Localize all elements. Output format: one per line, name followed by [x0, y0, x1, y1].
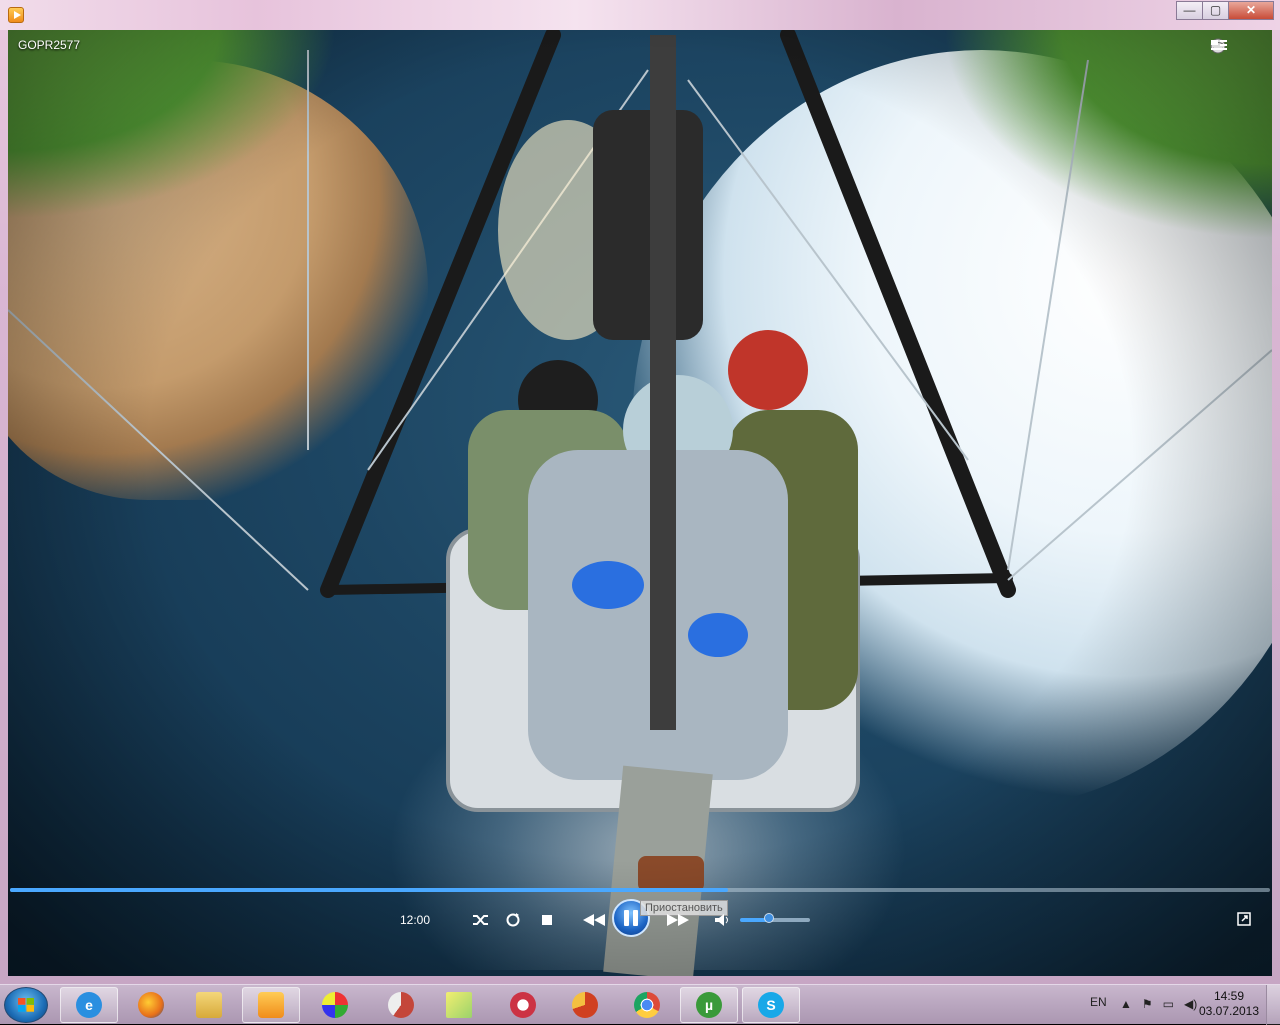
taskbar-app-skype[interactable]: S: [742, 987, 800, 1023]
taskbar-app-red-swirl[interactable]: [372, 987, 430, 1023]
ccleaner-icon: [572, 992, 598, 1018]
red-swirl-icon: [388, 992, 414, 1018]
taskbar-app-utorrent[interactable]: µ: [680, 987, 738, 1023]
media-player-window: — ▢ ✕ GOPR2577 12:00 Приостановить: [0, 0, 1280, 984]
internet-explorer-icon: e: [76, 992, 102, 1018]
minimize-button[interactable]: —: [1176, 1, 1203, 20]
taskbar-app-snipping-tool[interactable]: [494, 987, 552, 1023]
language-indicator[interactable]: EN: [1090, 995, 1107, 1009]
skype-icon: S: [758, 992, 784, 1018]
switch-to-library-icon[interactable]: [1211, 38, 1260, 56]
taskbar-app-sticky-notes[interactable]: [430, 987, 488, 1023]
system-tray: ▲ ⚑ ▭ ◀): [1120, 997, 1197, 1011]
pause-icon: [624, 910, 629, 926]
taskbar-app-paint[interactable]: [306, 987, 364, 1023]
media-player-icon: [258, 992, 284, 1018]
video-top-icons: [1210, 38, 1260, 56]
previous-icon[interactable]: [580, 909, 608, 931]
taskbar: e µ S EN ▲ ⚑ ▭ ◀) 14:59 03.07.2013: [0, 984, 1280, 1025]
utorrent-icon: µ: [696, 992, 722, 1018]
next-icon[interactable]: [664, 909, 692, 931]
clock-time: 14:59: [1213, 989, 1245, 1003]
volume-slider[interactable]: [740, 918, 810, 922]
folder-icon: [196, 992, 222, 1018]
volume-icon[interactable]: [712, 909, 734, 931]
taskbar-app-chrome[interactable]: [618, 987, 676, 1023]
fullscreen-icon[interactable]: [1234, 909, 1254, 929]
window-buttons: — ▢ ✕: [1176, 1, 1274, 20]
close-button[interactable]: ✕: [1228, 1, 1274, 20]
show-hidden-icons-icon[interactable]: ▲: [1120, 997, 1132, 1011]
taskbar-app-internet-explorer[interactable]: e: [60, 987, 118, 1023]
media-player-app-icon[interactable]: [8, 7, 24, 23]
taskbar-app-ccleaner[interactable]: [556, 987, 614, 1023]
network-icon[interactable]: ▭: [1163, 997, 1174, 1011]
stop-icon[interactable]: [538, 911, 556, 929]
show-desktop-button[interactable]: [1266, 985, 1280, 1025]
chrome-icon: [634, 992, 660, 1018]
shuffle-icon[interactable]: [470, 909, 492, 931]
action-center-flag-icon[interactable]: ⚑: [1142, 997, 1153, 1011]
video-title: GOPR2577: [18, 38, 81, 52]
system-clock[interactable]: 14:59 03.07.2013: [1198, 989, 1260, 1019]
taskbar-app-windows-media-player[interactable]: [242, 987, 300, 1023]
taskbar-app-firefox[interactable]: [122, 987, 180, 1023]
start-button[interactable]: [4, 987, 48, 1023]
sticky-notes-icon: [446, 992, 472, 1018]
title-bar[interactable]: — ▢ ✕: [0, 0, 1280, 30]
elapsed-time: 12:00: [400, 913, 431, 927]
repeat-icon[interactable]: [502, 909, 524, 931]
maximize-button[interactable]: ▢: [1202, 1, 1229, 20]
snipping-tool-icon: [510, 992, 536, 1018]
video-area[interactable]: GOPR2577: [8, 30, 1272, 976]
volume-slider-thumb[interactable]: [764, 913, 774, 923]
seek-bar-progress: [10, 888, 729, 892]
paint-palette-icon: [322, 992, 348, 1018]
video-vignette: [8, 30, 1272, 976]
seek-bar[interactable]: [10, 888, 1270, 892]
clock-date: 03.07.2013: [1198, 1004, 1260, 1018]
firefox-icon: [138, 992, 164, 1018]
speaker-icon[interactable]: ◀): [1184, 997, 1197, 1011]
taskbar-app-windows-explorer[interactable]: [180, 987, 238, 1023]
